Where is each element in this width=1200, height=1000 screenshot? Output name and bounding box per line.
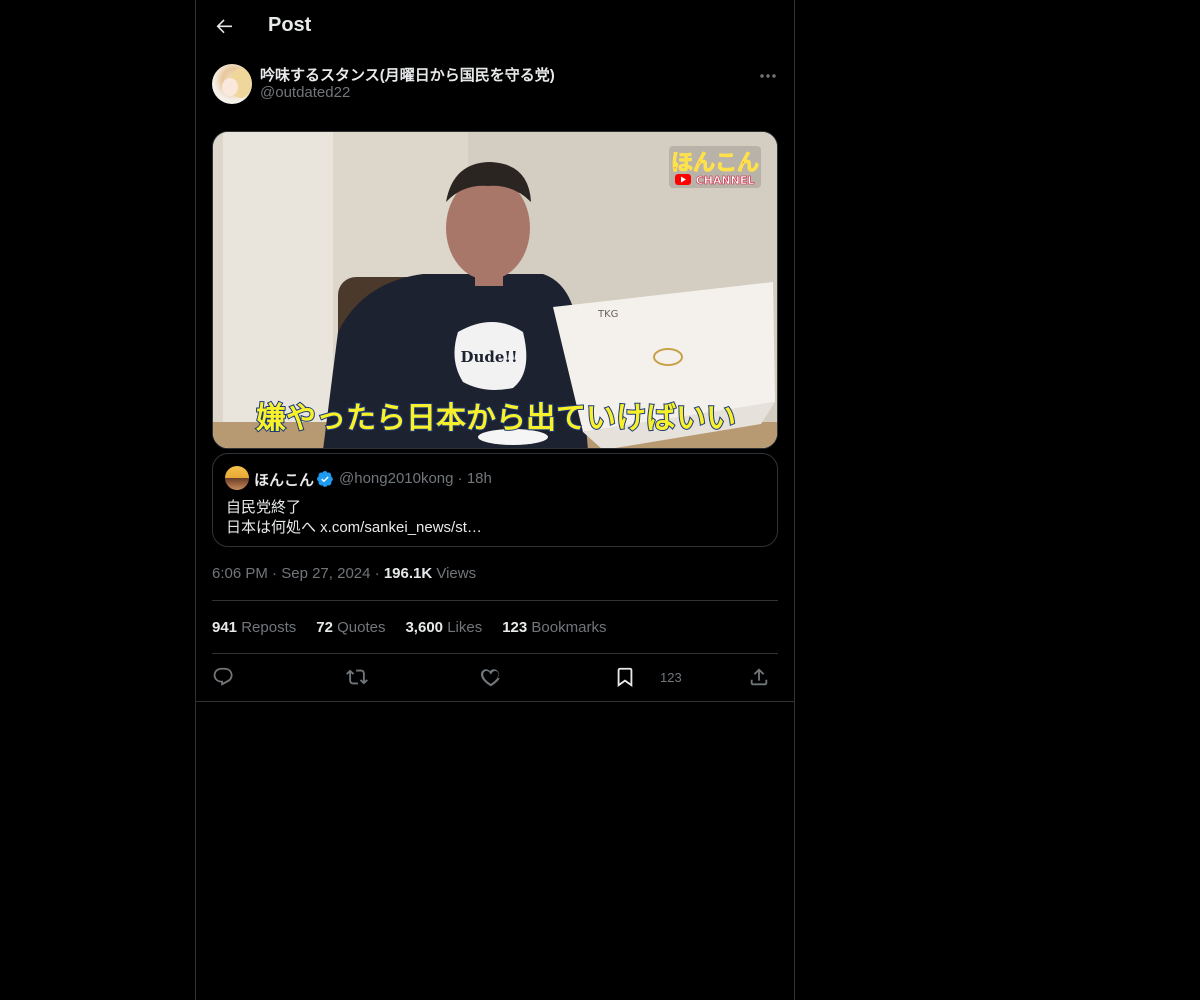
action-bar: 123	[212, 666, 778, 690]
author-display-name[interactable]: 吟味するスタンス(月曜日から国民を守る党)	[260, 64, 555, 85]
engagement-stats: 941 Reposts 72 Quotes 3,600 Likes 123 Bo…	[212, 619, 606, 636]
post-date[interactable]: Sep 27, 2024	[281, 565, 370, 582]
shirt-text: Dude!!	[460, 348, 517, 366]
more-options-icon[interactable]	[758, 66, 778, 86]
avatar[interactable]	[212, 64, 252, 104]
views-label: Views	[436, 565, 477, 582]
quoted-post[interactable]: ほんこん @hong2010kong · 18h 自民党終了 日本は何処へ x.…	[212, 453, 778, 547]
post-video-thumbnail[interactable]: Dude!! TKG ほんこん CHANNEL 嫌やったら日本から出ていけばいい	[212, 131, 778, 449]
author-row: 吟味するスタンス(月曜日から国民を守る党) @outdated22	[196, 54, 794, 118]
page-title: Post	[268, 14, 312, 36]
quotes-stat[interactable]: 72 Quotes	[316, 619, 385, 636]
channel-logo-text: ほんこん	[671, 151, 759, 176]
quoted-text-line: 自民党終了	[226, 499, 302, 516]
post-meta: 6:06 PM · Sep 27, 2024 · 196.1K Views	[212, 565, 477, 582]
divider	[196, 701, 794, 702]
repost-icon[interactable]	[346, 666, 370, 690]
bookmark-icon[interactable]	[614, 666, 638, 690]
post-time[interactable]: 6:06 PM	[212, 565, 268, 582]
reply-icon[interactable]	[212, 666, 236, 690]
bookmarks-stat[interactable]: 123 Bookmarks	[502, 619, 606, 636]
bookmark-count: 123	[660, 670, 682, 685]
likes-stat[interactable]: 3,600 Likes	[405, 619, 482, 636]
quoted-avatar[interactable]	[225, 466, 249, 490]
laptop-text: TKG	[597, 309, 618, 320]
post-column: Post 吟味するスタンス(月曜日から国民を守る党) @outdated22 D…	[195, 0, 795, 1000]
like-heart-icon[interactable]	[480, 666, 504, 690]
back-arrow-icon[interactable]	[212, 14, 236, 38]
quoted-display-name: ほんこん	[254, 472, 315, 489]
quoted-handle-time: @hong2010kong · 18h	[339, 470, 492, 487]
divider	[212, 653, 778, 654]
views-count: 196.1K	[383, 565, 433, 582]
quoted-text-link-line[interactable]: 日本は何処へ x.com/sankei_news/st…	[226, 516, 482, 537]
divider	[212, 600, 778, 601]
share-icon[interactable]	[748, 666, 772, 690]
video-caption: 嫌やったら日本から出ていけばいい	[256, 401, 736, 436]
author-handle[interactable]: @outdated22	[260, 84, 350, 101]
header: Post	[196, 0, 794, 54]
reposts-stat[interactable]: 941 Reposts	[212, 619, 296, 636]
channel-logo-subtext: CHANNEL	[696, 174, 755, 187]
verified-badge-icon	[316, 470, 334, 488]
